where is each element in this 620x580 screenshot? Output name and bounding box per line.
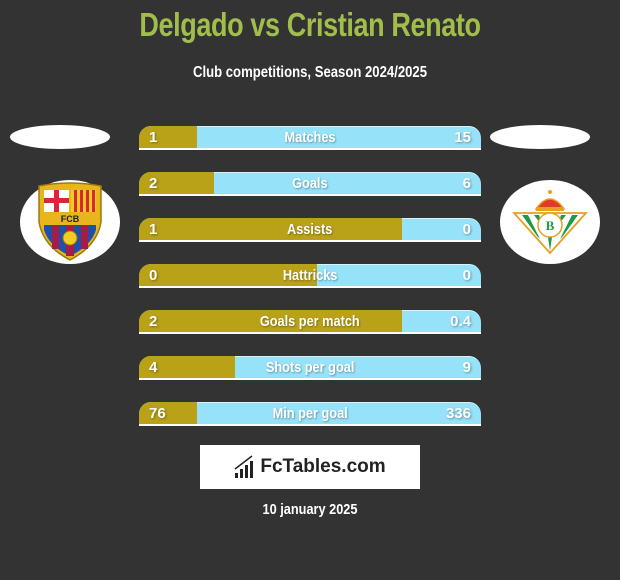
bar-chart-icon	[234, 455, 254, 478]
right-value: 0.4	[450, 313, 471, 330]
right-value: 336	[445, 405, 471, 422]
left-team-crest[interactable]: FCB	[20, 180, 120, 264]
date-label: 10 january 2025	[262, 501, 358, 518]
stat-label: Matches	[284, 129, 336, 146]
stat-label-wrap: Assists	[139, 218, 481, 240]
fc-barcelona-crest-icon: FCB	[38, 182, 102, 261]
right-value: 6	[462, 175, 471, 192]
right-team-crest[interactable]: B	[500, 180, 600, 264]
fctables-logo[interactable]: FcTables.com	[200, 445, 420, 489]
real-betis-crest-icon: B	[511, 190, 589, 255]
stat-label: Shots per goal	[265, 359, 355, 376]
stat-row: 2 Goals 6	[139, 172, 481, 196]
page-title: Delgado vs Cristian Renato	[139, 6, 481, 43]
stat-row: 1 Assists 0	[139, 218, 481, 242]
stat-label: Goals per match	[260, 313, 360, 330]
right-player-oval	[490, 125, 590, 149]
stat-label-wrap: Hattricks	[139, 264, 481, 286]
stat-label-wrap: Matches	[139, 126, 481, 148]
right-value: 0	[462, 267, 471, 284]
svg-text:B: B	[546, 218, 555, 233]
stat-label: Goals	[292, 175, 328, 192]
stat-label-wrap: Goals	[139, 172, 481, 194]
logo-text: FcTables.com	[260, 456, 386, 477]
stat-label: Hattricks	[282, 267, 338, 284]
right-value: 15	[454, 129, 471, 146]
right-value: 0	[462, 221, 471, 238]
stat-label-wrap: Min per goal	[139, 402, 481, 424]
stat-row: 76 Min per goal 336	[139, 402, 481, 426]
stat-row: 2 Goals per match 0.4	[139, 310, 481, 334]
stat-label: Assists	[287, 221, 333, 238]
page-subtitle: Club competitions, Season 2024/2025	[192, 64, 428, 81]
stat-row: 1 Matches 15	[139, 126, 481, 150]
right-value: 9	[462, 359, 471, 376]
stat-label: Min per goal	[272, 405, 348, 422]
svg-text:FCB: FCB	[61, 214, 80, 224]
stat-label-wrap: Goals per match	[139, 310, 481, 332]
stat-row: 4 Shots per goal 9	[139, 356, 481, 380]
left-player-oval	[10, 125, 110, 149]
stat-row: 0 Hattricks 0	[139, 264, 481, 288]
stat-label-wrap: Shots per goal	[139, 356, 481, 378]
